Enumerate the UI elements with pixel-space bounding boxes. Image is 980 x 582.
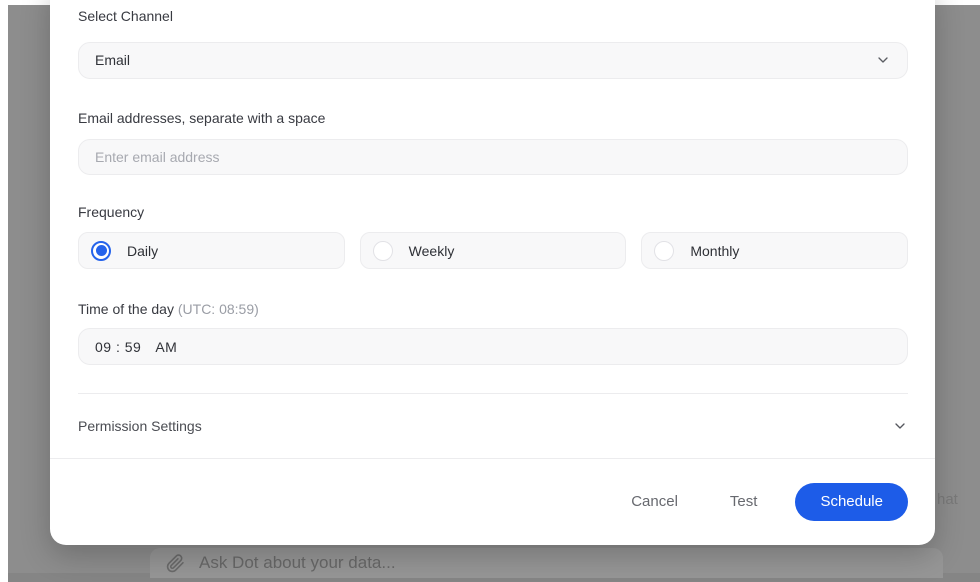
schedule-modal: Select Channel Email Email addresses, se…	[50, 0, 935, 545]
chat-input-bar: Ask Dot about your data...	[150, 548, 943, 578]
channel-select[interactable]: Email	[78, 42, 908, 79]
test-button[interactable]: Test	[726, 487, 762, 516]
cancel-button[interactable]: Cancel	[627, 487, 682, 516]
time-value: 09 : 59	[95, 338, 142, 355]
chevron-down-icon	[892, 418, 908, 434]
radio-label: Monthly	[690, 242, 740, 259]
permission-settings-toggle[interactable]: Permission Settings	[78, 394, 908, 458]
chat-input-placeholder: Ask Dot about your data...	[199, 553, 396, 572]
radio-icon	[91, 240, 111, 261]
radio-label: Daily	[127, 242, 159, 259]
time-input[interactable]: 09 : 59 AM	[78, 328, 908, 366]
radio-icon	[654, 240, 675, 261]
modal-footer: Cancel Test Schedule	[78, 459, 908, 545]
time-meridiem: AM	[155, 338, 178, 355]
frequency-option-weekly[interactable]: Weekly	[359, 232, 627, 270]
email-input[interactable]	[78, 138, 908, 176]
frequency-options: Daily Weekly Monthly	[78, 232, 909, 270]
radio-label: Weekly	[408, 242, 455, 259]
permission-settings-label: Permission Settings	[78, 417, 202, 434]
occluded-background-text: hat	[937, 491, 958, 508]
radio-icon	[372, 240, 393, 261]
time-label-text: Time of the day	[78, 301, 174, 318]
time-label: Time of the day (UTC: 08:59)	[78, 301, 908, 318]
chevron-down-icon	[875, 52, 891, 68]
email-label: Email addresses, separate with a space	[78, 109, 326, 126]
time-utc-hint: (UTC: 08:59)	[177, 301, 259, 318]
frequency-label: Frequency	[78, 204, 145, 221]
channel-label: Select Channel	[78, 8, 173, 24]
frequency-option-monthly[interactable]: Monthly	[641, 232, 909, 270]
paperclip-icon	[166, 553, 185, 573]
frequency-option-daily[interactable]: Daily	[78, 232, 345, 270]
schedule-button[interactable]: Schedule	[795, 482, 908, 521]
channel-select-value: Email	[95, 52, 131, 69]
